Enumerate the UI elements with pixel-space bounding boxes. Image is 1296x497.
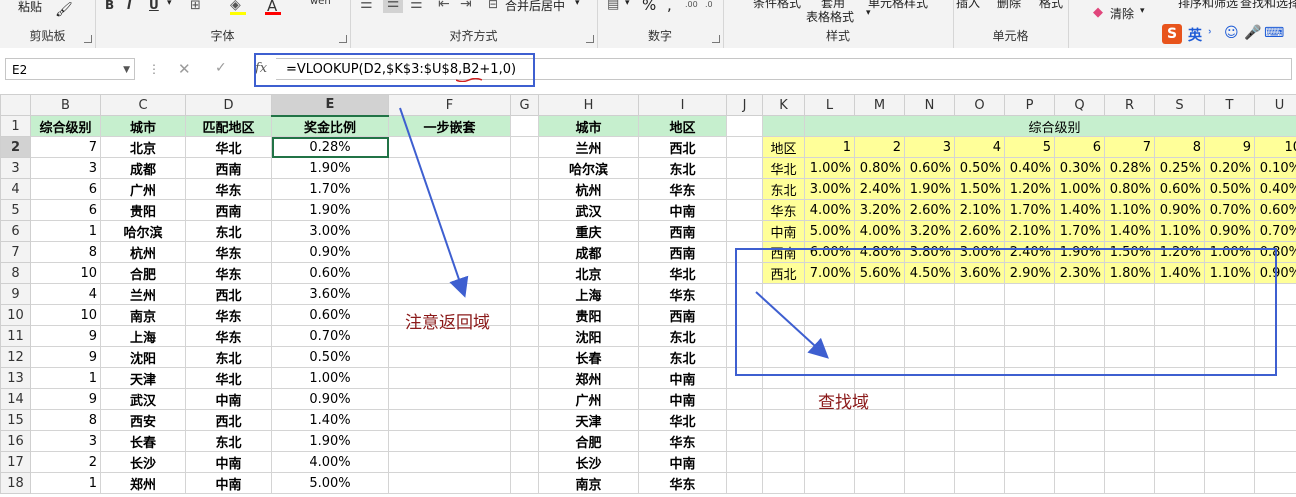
- insert-button[interactable]: 插入: [956, 0, 980, 11]
- sort-filter-button[interactable]: 排序和筛选: [1178, 0, 1238, 11]
- name-box[interactable]: E2 ▼: [5, 58, 135, 80]
- border-icon[interactable]: ⊞: [190, 0, 201, 13]
- increase-decimal-icon[interactable]: .00: [685, 0, 698, 9]
- align-left-icon[interactable]: ☰: [360, 0, 373, 12]
- font-color-swatch: [265, 12, 281, 15]
- name-box-value: E2: [12, 63, 28, 77]
- formula-bar: E2 ▼ ⋮ ✕ ✓ fx =VLOOKUP(D2,$K$3:$U$8,B2+1…: [0, 48, 1296, 95]
- merge-icon[interactable]: ⊟: [488, 0, 498, 11]
- cells-group: 插入 删除 格式 单元格: [953, 0, 1069, 48]
- accounting-dropdown-icon[interactable]: ▾: [625, 0, 630, 8]
- table-format-button[interactable]: 表格格式: [806, 8, 854, 25]
- worksheet-grid: B C D E F G H I J K L M N O P Q R S T U 1 综合级别 城市 匹配地区 奖金比例 一步嵌套城…: [0, 94, 1296, 497]
- enter-icon[interactable]: ✓: [215, 60, 227, 76]
- cell-styles-button[interactable]: 单元格样式: [868, 0, 928, 11]
- keyboard-icon[interactable]: ⌨: [1264, 25, 1284, 41]
- alignment-group: ☰ ☰ ☰ ⇤ ⇥ ⊟ 合并后居中 ▾ 对齐方式: [350, 0, 598, 48]
- emoji-icon[interactable]: ☺: [1224, 25, 1239, 41]
- font-label: 字体: [210, 29, 235, 43]
- formula-bar-dots-icon[interactable]: ⋮: [148, 62, 160, 76]
- indent-increase-icon[interactable]: ⇥: [460, 0, 472, 12]
- italic-button[interactable]: I: [127, 0, 131, 12]
- punctuation-icon[interactable]: ˒: [1208, 25, 1212, 41]
- comma-button[interactable]: ,: [667, 0, 672, 14]
- alignment-label: 对齐方式: [449, 29, 498, 43]
- find-select-button[interactable]: 查找和选择: [1240, 0, 1296, 11]
- bold-button[interactable]: B: [105, 0, 114, 12]
- number-group: ▤ ▾ % , .00 .0 数字: [597, 0, 724, 48]
- annotation-arrows: [399, 107, 829, 359]
- font-launcher-icon[interactable]: [339, 35, 347, 43]
- ime-toolbar: S 英 ˒ ☺ 🎤 ⌨: [1158, 20, 1296, 48]
- number-label: 数字: [647, 29, 672, 43]
- underline-button[interactable]: U: [149, 0, 159, 12]
- merge-center-button[interactable]: 合并后居中: [505, 0, 565, 14]
- alignment-launcher-icon[interactable]: [586, 35, 594, 43]
- clear-button[interactable]: 清除: [1110, 5, 1134, 22]
- paste-button[interactable]: 粘贴: [18, 0, 42, 15]
- formula-highlight-box: [254, 53, 535, 87]
- ime-logo[interactable]: S: [1162, 24, 1182, 44]
- clipboard-launcher-icon[interactable]: [84, 35, 92, 43]
- decrease-decimal-icon[interactable]: .0: [705, 0, 713, 9]
- indent-decrease-icon[interactable]: ⇤: [438, 0, 450, 12]
- delete-button[interactable]: 删除: [997, 0, 1021, 11]
- cancel-icon[interactable]: ✕: [178, 60, 191, 78]
- styles-group: 条件格式 套用 表格格式 ▾ 单元格样式 样式: [723, 0, 954, 48]
- styles-label: 样式: [825, 29, 850, 43]
- ribbon: 粘贴 🖌 剪贴板 B I U ▾ ⊞ ◈ A wén 字体 ☰ ☰ ☰ ⇤ ⇥ …: [0, 0, 1296, 49]
- arrow-to-lookup-area: [755, 291, 829, 359]
- format-painter-icon[interactable]: 🖌: [55, 2, 73, 18]
- microphone-icon[interactable]: 🎤: [1244, 25, 1261, 41]
- format-button[interactable]: 格式: [1039, 0, 1063, 11]
- clear-dropdown-icon[interactable]: ▾: [1140, 6, 1145, 16]
- eraser-icon[interactable]: ◆: [1093, 5, 1103, 20]
- conditional-format-button[interactable]: 条件格式: [753, 0, 801, 11]
- align-right-icon[interactable]: ☰: [410, 0, 423, 12]
- name-box-dropdown-icon[interactable]: ▼: [123, 59, 130, 81]
- number-launcher-icon[interactable]: [712, 35, 720, 43]
- fill-color-swatch: [230, 12, 246, 15]
- percent-button[interactable]: %: [642, 0, 656, 14]
- cells-label: 单元格: [992, 29, 1029, 43]
- phonetic-icon[interactable]: wén: [310, 0, 331, 7]
- arrow-to-return-area: [399, 107, 469, 298]
- ime-mode[interactable]: 英: [1188, 25, 1202, 45]
- accounting-icon[interactable]: ▤: [607, 0, 619, 12]
- formula-underline-mark: [456, 78, 482, 82]
- merge-dropdown-icon[interactable]: ▾: [575, 0, 580, 8]
- align-center-icon[interactable]: ☰: [383, 0, 403, 13]
- clipboard-group: 粘贴 🖌 剪贴板: [0, 0, 96, 48]
- font-group: B I U ▾ ⊞ ◈ A wén 字体: [95, 0, 351, 48]
- underline-dropdown-icon[interactable]: ▾: [167, 0, 172, 8]
- clipboard-label: 剪贴板: [29, 29, 66, 43]
